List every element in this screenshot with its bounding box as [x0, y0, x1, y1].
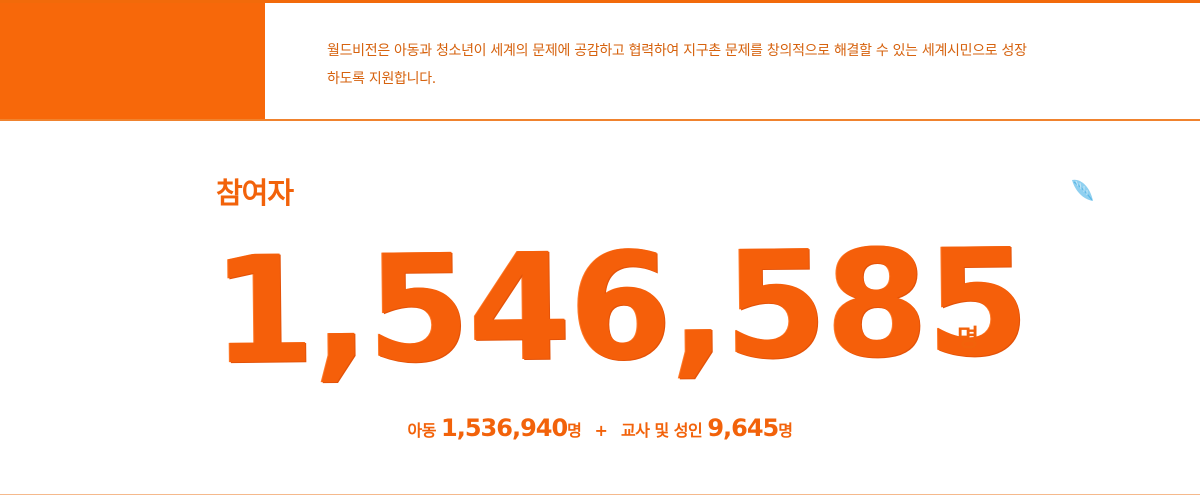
adults-label: 교사 및 성인: [621, 421, 703, 440]
feather-icon: [1072, 179, 1093, 201]
participants-label: 참여자: [216, 176, 294, 210]
total-participants-unit: 명: [957, 324, 980, 352]
bottom-border: [0, 494, 1200, 495]
children-unit: 명: [567, 421, 582, 440]
intro-line-2: 하도록 지원합니다.: [327, 71, 436, 87]
adults-unit: 명: [778, 421, 793, 440]
section-divider: [0, 119, 1200, 121]
children-label: 아동: [407, 421, 436, 440]
plus-sign: +: [594, 421, 608, 440]
adults-count: 9,645: [707, 414, 779, 442]
participants-breakdown: 아동 1,536,940명 + 교사 및 성인 9,645명: [0, 414, 1200, 442]
intro-line-1: 월드비전은 아동과 청소년이 세계의 문제에 공감하고 협력하여 지구촌 문제를…: [327, 43, 1027, 59]
orange-accent-block: [0, 3, 265, 120]
children-count: 1,536,940: [441, 414, 568, 442]
total-participants-number: 1,546,585: [211, 216, 1029, 398]
intro-paragraph: 월드비전은 아동과 청소년이 세계의 문제에 공감하고 협력하여 지구촌 문제를…: [327, 37, 1197, 93]
